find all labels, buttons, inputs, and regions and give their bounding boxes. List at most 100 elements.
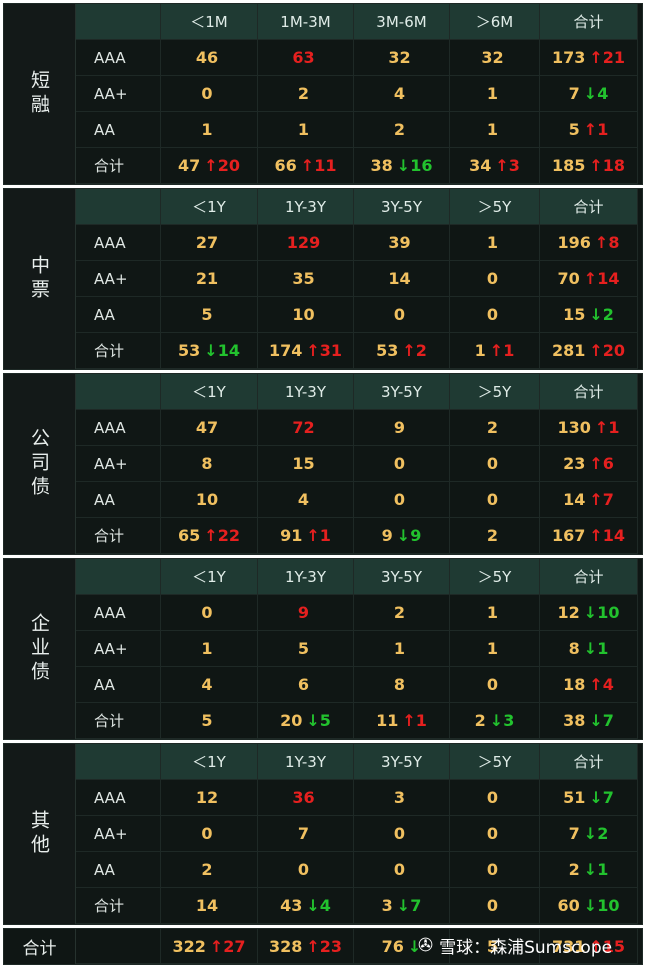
table-cell: 0	[258, 852, 354, 888]
column-header: 合计	[540, 189, 638, 225]
table-cell: 0	[161, 76, 258, 112]
table-cell: 21	[161, 261, 258, 297]
table-cell: 0	[354, 852, 450, 888]
table-cell: 10	[161, 482, 258, 518]
table-cell: 34 ↑3	[450, 148, 540, 184]
table-cell: 15 ↓2	[540, 297, 638, 333]
row-label: AAA	[76, 40, 161, 76]
change-indicator: ↓5	[306, 711, 331, 730]
table-cell: 7	[258, 816, 354, 852]
table-cell: 3	[354, 780, 450, 816]
table-cell: 0	[450, 852, 540, 888]
change-indicator: ↑3	[495, 156, 520, 175]
table-cell: 20 ↓5	[258, 703, 354, 739]
change-indicator: ↑18	[589, 156, 626, 175]
section-label: 短融	[4, 4, 76, 184]
snowball-logo-icon: ✇	[418, 935, 434, 956]
table-cell: 51 ↓7	[540, 780, 638, 816]
table-cell: 72	[258, 410, 354, 446]
table-cell: 174 ↑31	[258, 333, 354, 369]
table-cell: 4	[258, 482, 354, 518]
change-indicator: ↑1	[306, 526, 331, 545]
table-cell: 10	[258, 297, 354, 333]
change-indicator: ↓10	[583, 896, 620, 915]
change-indicator: ↓2	[589, 305, 614, 324]
table-cell: 53 ↑2	[354, 333, 450, 369]
table-cell: 2 ↓3	[450, 703, 540, 739]
column-header: 3Y-5Y	[354, 189, 450, 225]
section-label: 中票	[4, 189, 76, 369]
table-cell: 12 ↓10	[540, 595, 638, 631]
table-cell: 0	[161, 816, 258, 852]
table-cell: 196 ↑8	[540, 225, 638, 261]
table-cell: 32	[354, 40, 450, 76]
table-cell: 0	[161, 595, 258, 631]
grand-total-label: 合计	[4, 929, 76, 964]
change-indicator: ↓4	[306, 896, 331, 915]
table-cell: 173 ↑21	[540, 40, 638, 76]
table-cell: 14 ↑7	[540, 482, 638, 518]
header-blank	[76, 559, 161, 595]
table-cell: 0	[354, 482, 450, 518]
table-cell: 43 ↓4	[258, 888, 354, 924]
row-label: AA+	[76, 261, 161, 297]
change-indicator: ↑20	[204, 156, 240, 175]
table-cell: 3 ↓7	[354, 888, 450, 924]
table-cell: 2	[354, 112, 450, 148]
table-cell: 9 ↓9	[354, 518, 450, 554]
column-header: 合计	[540, 559, 638, 595]
table-cell: 60 ↓10	[540, 888, 638, 924]
table-cell: 130 ↑1	[540, 410, 638, 446]
row-label: 合计	[76, 703, 161, 739]
change-indicator: ↑1	[594, 418, 620, 437]
row-label: AAA	[76, 225, 161, 261]
table-cell: 38 ↓7	[540, 703, 638, 739]
row-label: AAA	[76, 595, 161, 631]
table-cell: 39	[354, 225, 450, 261]
table-cell: 53 ↓14	[161, 333, 258, 369]
table-cell: 35	[258, 261, 354, 297]
column-header: 3Y-5Y	[354, 559, 450, 595]
column-header: ＜1Y	[161, 189, 258, 225]
column-header: ＜1Y	[161, 744, 258, 780]
change-indicator: ↑1	[402, 711, 427, 730]
change-indicator: ↓2	[583, 824, 609, 843]
column-header: 合计	[540, 744, 638, 780]
column-header: 合计	[540, 4, 638, 40]
watermark: ✇ 雪球：森浦Sumscope	[418, 933, 612, 958]
table-cell: 8	[161, 446, 258, 482]
table-cell: 8	[354, 667, 450, 703]
table-cell: 6	[258, 667, 354, 703]
change-indicator: ↑1	[583, 120, 609, 139]
header-blank	[76, 4, 161, 40]
table-cell: 1	[450, 225, 540, 261]
column-header: ＜1Y	[161, 559, 258, 595]
change-indicator: ↓16	[396, 156, 433, 175]
column-header: 1Y-3Y	[258, 559, 354, 595]
table-cell: 2	[258, 76, 354, 112]
header-blank	[76, 374, 161, 410]
row-label: AA+	[76, 446, 161, 482]
table-cell: 5	[161, 297, 258, 333]
table-cell: 15	[258, 446, 354, 482]
section-label: 企业债	[4, 559, 76, 739]
column-header: 1Y-3Y	[258, 374, 354, 410]
table-cell: 4	[161, 667, 258, 703]
table-cell: 32	[450, 40, 540, 76]
column-header: 1Y-3Y	[258, 744, 354, 780]
change-indicator: ↓3	[489, 711, 515, 730]
table-cell: 1	[258, 112, 354, 148]
column-header: ＞5Y	[450, 374, 540, 410]
table-cell: 2 ↓1	[540, 852, 638, 888]
table-cell: 167 ↑14	[540, 518, 638, 554]
change-indicator: ↑31	[306, 341, 343, 360]
column-header: 1M-3M	[258, 4, 354, 40]
row-label: AA+	[76, 816, 161, 852]
table-cell: 0	[354, 816, 450, 852]
change-indicator: ↑14	[583, 269, 620, 288]
grand-total-spacer	[76, 929, 161, 964]
column-header: 3Y-5Y	[354, 744, 450, 780]
column-header: 3Y-5Y	[354, 374, 450, 410]
table-cell: 2	[354, 595, 450, 631]
table-cell: 129	[258, 225, 354, 261]
